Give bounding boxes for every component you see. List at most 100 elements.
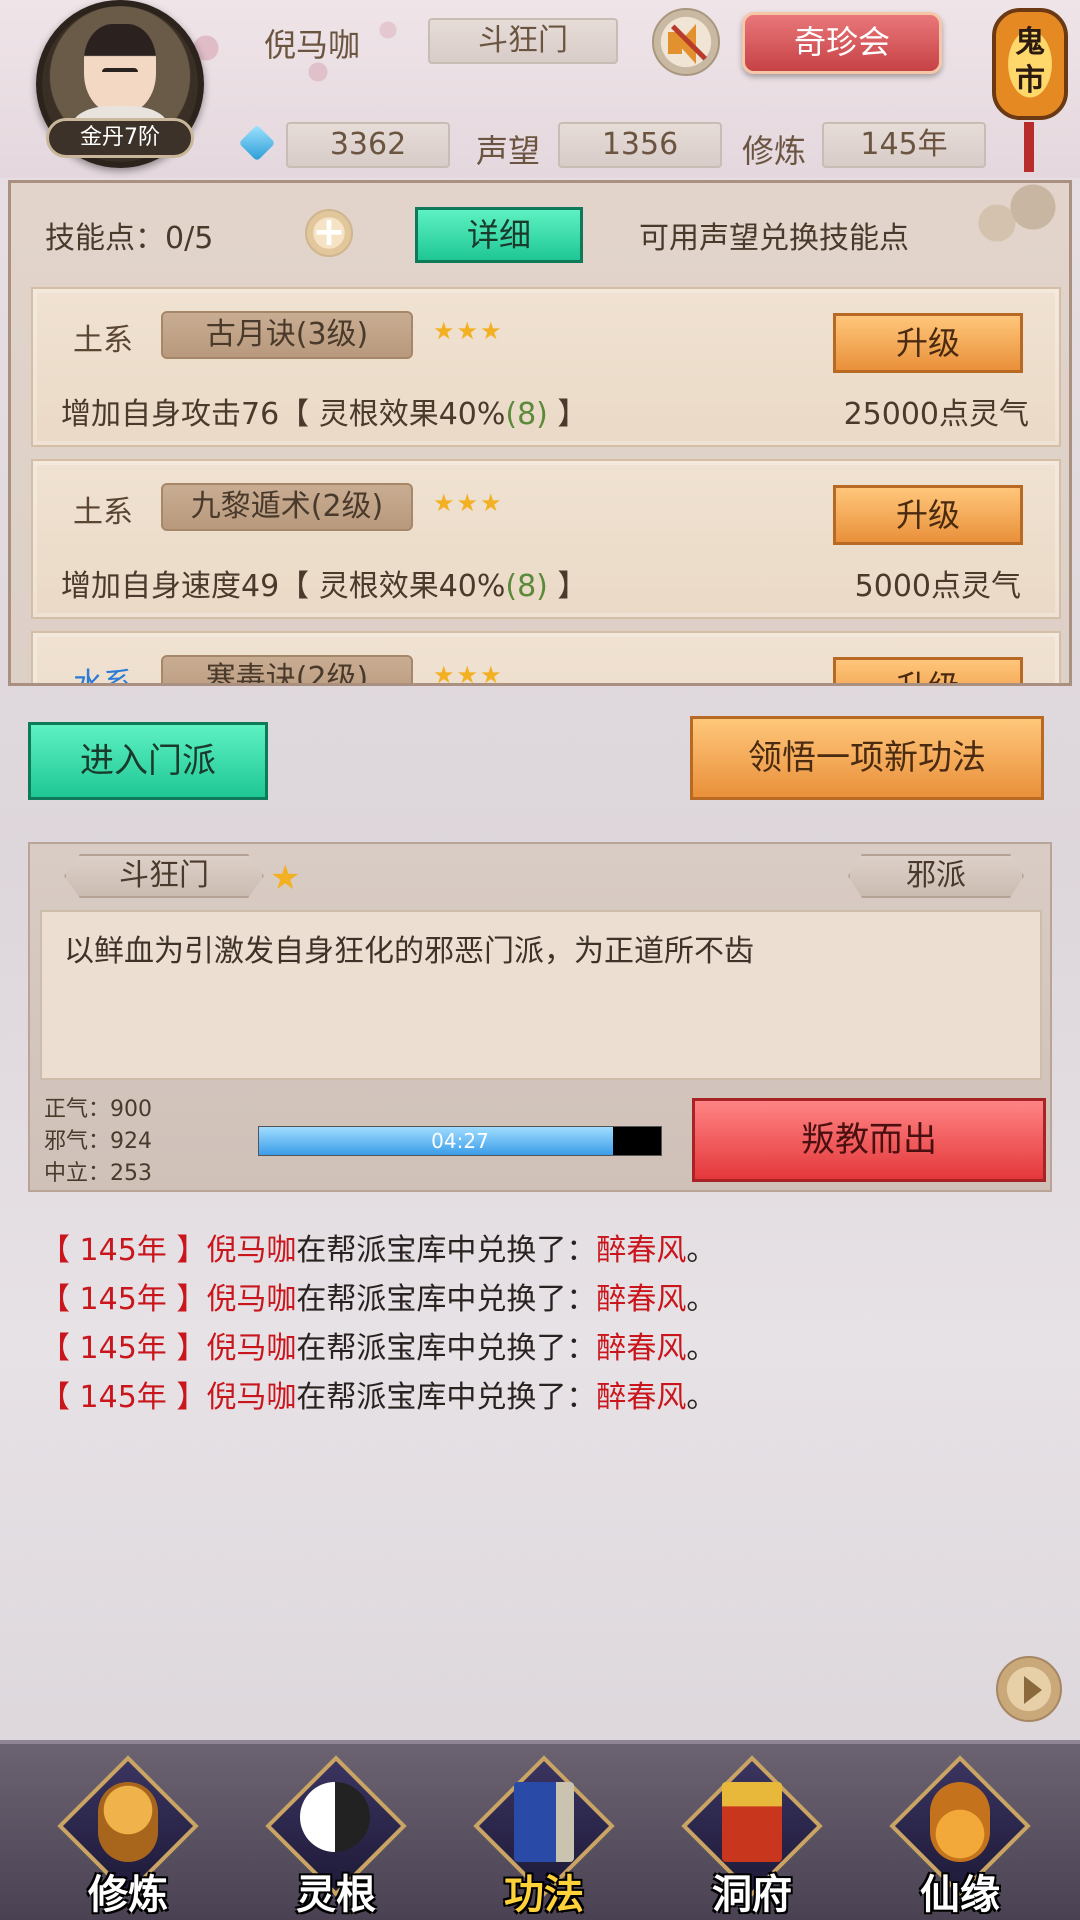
event-log: 【 145年 】倪马咖在帮派宝库中兑换了：醉春风。 【 145年 】倪马咖在帮派… <box>40 1226 716 1422</box>
nav-item-spirit-root[interactable]: 灵根 <box>256 1752 416 1920</box>
nav-label: 功法 <box>504 1872 584 1918</box>
skill-card: 土系 古月诀(3级) ★★★ 升级 增加自身攻击76【 灵根效果40%(8) 】… <box>31 287 1061 447</box>
detail-button[interactable]: 详细 <box>415 207 583 263</box>
log-item: 醉春风 <box>596 1233 687 1268</box>
alignment-stats: 正气：900 邪气：924 中立：253 <box>44 1094 152 1190</box>
sect-name-box: 斗狂门 <box>428 18 618 64</box>
log-entry: 【 145年 】倪马咖在帮派宝库中兑换了：醉春风。 <box>40 1324 716 1373</box>
timer-text: 04:27 <box>431 1129 489 1153</box>
log-end: 。 <box>686 1331 717 1366</box>
add-skill-point-button[interactable]: + <box>305 209 353 257</box>
reputation-value: 1356 <box>558 122 722 168</box>
log-entry: 【 145年 】倪马咖在帮派宝库中兑换了：醉春风。 <box>40 1226 716 1275</box>
next-arrow-button[interactable] <box>996 1656 1062 1722</box>
monk-icon <box>98 1782 158 1862</box>
yin-yang-sword-icon <box>300 1782 370 1852</box>
bottom-nav: 修炼 灵根 功法 洞府 仙缘 <box>0 1740 1080 1920</box>
skill-cost: 5000点灵气 <box>854 569 1021 604</box>
log-end: 。 <box>686 1233 717 1268</box>
enter-sect-button[interactable]: 进入门派 <box>28 722 268 800</box>
sect-info-panel: 斗狂门 ★ 邪派 以鲜血为引激发自身狂化的邪恶门派，为正道所不齿 正气：900 … <box>28 842 1052 1192</box>
skill-points-label: 技能点：0/5 <box>45 221 214 256</box>
log-entry: 【 145年 】倪马咖在帮派宝库中兑换了：醉春风。 <box>40 1373 716 1422</box>
alignment-tag: 邪派 <box>848 854 1024 898</box>
learn-new-technique-button[interactable]: 领悟一项新功法 <box>690 716 1044 800</box>
ghost-market-lantern-button[interactable]: 鬼市 <box>992 8 1068 120</box>
skill-desc-end: 】 <box>547 397 588 432</box>
mute-button[interactable] <box>652 8 720 76</box>
skill-name: 古月诀(3级) <box>161 311 413 359</box>
skill-desc-bonus: (8) <box>505 397 548 432</box>
upgrade-button[interactable]: 升级 <box>833 485 1023 545</box>
lantern-tassel <box>1024 122 1034 172</box>
gem-count: 3362 <box>286 122 450 168</box>
log-end: 。 <box>686 1282 717 1317</box>
nav-item-techniques[interactable]: 功法 <box>464 1752 624 1920</box>
skill-list[interactable]: 土系 古月诀(3级) ★★★ 升级 增加自身攻击76【 灵根效果40%(8) 】… <box>31 287 1061 683</box>
timer-progress-bar: 04:27 <box>258 1126 662 1156</box>
log-year: 【 145年 】 <box>40 1282 207 1317</box>
skills-panel: 技能点：0/5 + 详细 可用声望兑换技能点 土系 古月诀(3级) ★★★ 升级… <box>8 180 1072 686</box>
log-year: 【 145年 】 <box>40 1233 207 1268</box>
nav-label: 灵根 <box>296 1872 376 1918</box>
cloud-decoration <box>949 183 1069 263</box>
skill-description: 增加自身攻击76【 灵根效果40%(8) 】 <box>61 389 587 433</box>
skill-desc-text: 增加自身攻击76【 灵根效果40% <box>61 397 506 432</box>
log-text: 在帮派宝库中兑换了： <box>296 1282 597 1317</box>
skill-element: 土系 <box>73 495 133 530</box>
skill-element: 水系 <box>73 659 133 683</box>
upgrade-button[interactable]: 升级 <box>833 657 1023 683</box>
pagoda-icon <box>722 1782 782 1862</box>
avatar-face <box>84 24 156 114</box>
log-name: 倪马咖 <box>206 1282 297 1317</box>
treasure-auction-button[interactable]: 奇珍会 <box>742 12 942 74</box>
star-icon: ★ <box>270 858 301 898</box>
evil-stat: 邪气：924 <box>44 1129 152 1154</box>
skill-description: 增加自身速度49【 灵根效果40%(8) 】 <box>61 561 587 605</box>
nav-label: 仙缘 <box>920 1872 1000 1918</box>
betray-sect-button[interactable]: 叛教而出 <box>692 1098 1046 1182</box>
sect-description-box: 以鲜血为引激发自身狂化的邪恶门派，为正道所不齿 <box>40 910 1042 1080</box>
reputation-label: 声望 <box>476 132 541 170</box>
nav-label: 修炼 <box>88 1872 168 1918</box>
player-name: 倪马咖 <box>264 26 361 64</box>
neutral-stat: 中立：253 <box>44 1161 152 1186</box>
book-icon <box>514 1782 574 1862</box>
skill-name: 九黎遁术(2级) <box>161 483 413 531</box>
skill-stars: ★★★ <box>433 661 504 683</box>
upgrade-button[interactable]: 升级 <box>833 313 1023 373</box>
skill-desc-bonus: (8) <box>505 569 548 604</box>
skill-desc-end: 】 <box>547 569 588 604</box>
log-name: 倪马咖 <box>206 1380 297 1415</box>
top-bar: 金丹7阶 倪马咖 斗狂门 奇珍会 鬼市 3362 声望 1356 修炼 145年 <box>0 0 1080 178</box>
log-item: 醉春风 <box>596 1331 687 1366</box>
log-name: 倪马咖 <box>206 1233 297 1268</box>
log-text: 在帮派宝库中兑换了： <box>296 1380 597 1415</box>
exchange-hint: 可用声望兑换技能点 <box>639 221 909 256</box>
log-year: 【 145年 】 <box>40 1380 207 1415</box>
log-year: 【 145年 】 <box>40 1331 207 1366</box>
cultivation-value: 145年 <box>822 122 986 168</box>
sect-description: 以鲜血为引激发自身狂化的邪恶门派，为正道所不齿 <box>64 934 754 969</box>
skill-desc-text: 增加自身速度49【 灵根效果40% <box>61 569 506 604</box>
skill-card: 水系 寒毒诀(2级) ★★★ 升级 <box>31 631 1061 683</box>
nav-item-fate[interactable]: 仙缘 <box>880 1752 1040 1920</box>
skill-element: 土系 <box>73 323 133 358</box>
sect-name-tag: 斗狂门 <box>64 854 264 898</box>
log-text: 在帮派宝库中兑换了： <box>296 1331 597 1366</box>
log-end: 。 <box>686 1380 717 1415</box>
nav-item-cave-mansion[interactable]: 洞府 <box>672 1752 832 1920</box>
log-entry: 【 145年 】倪马咖在帮派宝库中兑换了：醉春风。 <box>40 1275 716 1324</box>
skill-name: 寒毒诀(2级) <box>161 655 413 683</box>
nav-label: 洞府 <box>712 1872 792 1918</box>
log-name: 倪马咖 <box>206 1331 297 1366</box>
gem-icon <box>238 124 276 162</box>
skill-stars: ★★★ <box>433 317 504 345</box>
skill-cost: 25000点灵气 <box>843 397 1029 432</box>
rank-badge: 金丹7阶 <box>46 118 194 158</box>
lantern-label: 鬼市 <box>1015 25 1045 98</box>
nav-item-cultivate[interactable]: 修炼 <box>48 1752 208 1920</box>
righteous-stat: 正气：900 <box>44 1097 152 1122</box>
log-item: 醉春风 <box>596 1282 687 1317</box>
skill-stars: ★★★ <box>433 489 504 517</box>
